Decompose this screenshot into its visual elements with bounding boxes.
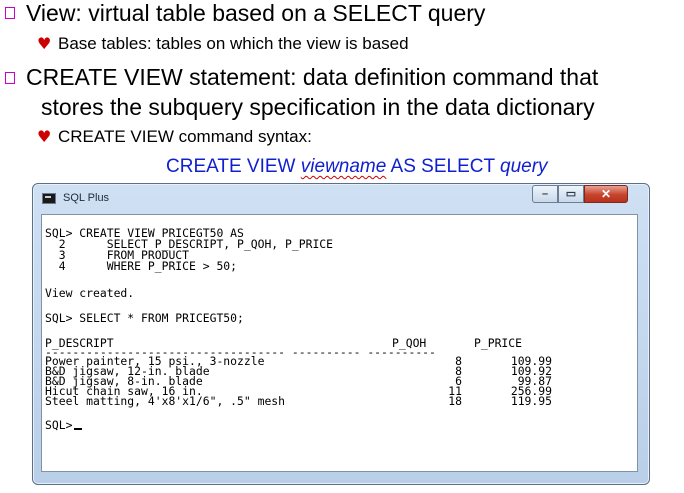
column-header-price: P_PRICE (474, 336, 523, 350)
sqlplus-window: SQL Plus – ▭ ✕ SQL> CREATE VIEW PRICEGT5… (32, 183, 650, 485)
close-button[interactable]: ✕ (584, 185, 628, 203)
window-title: SQL Plus (63, 192, 110, 204)
table-row-descript: Steel matting, 4'x8'x1/6", .5" mesh (45, 394, 286, 408)
console-prompt[interactable]: SQL> (45, 418, 83, 432)
prompt-label: SQL> (45, 418, 73, 432)
table-row-price: 119.95 (510, 394, 552, 408)
subbullet-syntax-label: CREATE VIEW command syntax: (58, 127, 312, 146)
bullet-view-definition: View: virtual table based on a SELECT qu… (26, 0, 486, 26)
maximize-icon: ▭ (565, 188, 577, 200)
console-line: View created. (45, 286, 135, 300)
syntax-viewname: viewname (300, 156, 387, 177)
syntax-keyword-1: CREATE VIEW (166, 156, 301, 177)
text-cursor (74, 428, 83, 430)
heart-bullet-icon: ♥ (37, 127, 52, 146)
syntax-keyword-2: AS SELECT (386, 156, 501, 177)
maximize-button[interactable]: ▭ (558, 185, 584, 203)
create-view-syntax: CREATE VIEW viewname AS SELECT query (166, 156, 548, 178)
heart-bullet-icon: ♥ (37, 34, 52, 53)
square-bullet-icon (5, 7, 15, 19)
console-app-icon[interactable] (42, 193, 56, 204)
console-output[interactable]: SQL> CREATE VIEW PRICEGT50 AS 2 SELECT P… (41, 214, 638, 472)
console-line: SQL> SELECT * FROM PRICEGT50; (45, 311, 244, 325)
square-bullet-icon (5, 72, 15, 84)
minimize-button[interactable]: – (532, 185, 558, 203)
table-row-qoh: 18 (448, 394, 462, 408)
subbullet-base-tables: Base tables: tables on which the view is… (58, 34, 409, 53)
close-icon: ✕ (600, 187, 612, 201)
window-titlebar[interactable]: SQL Plus – ▭ ✕ (33, 184, 649, 210)
syntax-query: query (500, 156, 548, 177)
minimize-icon: – (541, 188, 549, 200)
bullet-create-view-line2: stores the subquery specification in the… (41, 94, 595, 120)
bullet-create-view-line1: CREATE VIEW statement: data definition c… (26, 64, 599, 90)
console-line: 4 WHERE P_PRICE > 50; (45, 259, 238, 273)
